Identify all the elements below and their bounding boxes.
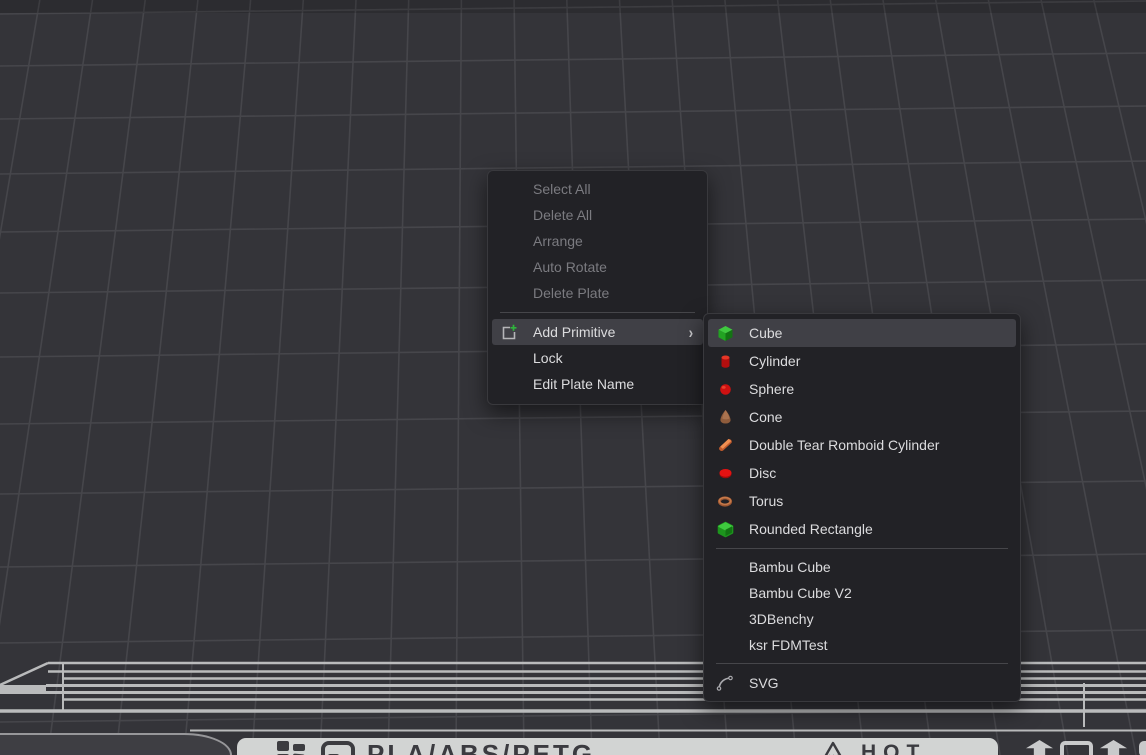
menu-item-edit-plate-name[interactable]: Edit Plate Name: [492, 371, 703, 397]
menu-item-label: Delete All: [533, 207, 703, 223]
menu-item-label: Lock: [533, 350, 703, 366]
submenu-item-ksr-fdmtest[interactable]: ksr FDMTest: [708, 632, 1016, 658]
plate-marking-bar: PLA/ABS/PETG HOT: [237, 738, 998, 755]
menu-item-delete-all[interactable]: Delete All: [492, 202, 703, 228]
submenu-item-label: SVG: [749, 675, 1016, 691]
cone-icon: [714, 409, 736, 425]
rounded-rectangle-icon: [714, 521, 736, 538]
plate-material-label: PLA/ABS/PETG: [367, 739, 595, 755]
plate-context-menu: Select All Delete All Arrange Auto Rotat…: [487, 170, 708, 405]
submenu-item-label: 3DBenchy: [749, 611, 1016, 627]
submenu-item-label: Cube: [749, 325, 1016, 341]
hot-label: HOT: [861, 741, 926, 755]
cylinder-icon: [714, 353, 736, 370]
menu-separator: [716, 663, 1008, 664]
submenu-item-torus[interactable]: Torus: [708, 487, 1016, 515]
submenu-item-bambu-cube-v2[interactable]: Bambu Cube V2: [708, 580, 1016, 606]
menu-item-label: Edit Plate Name: [533, 376, 703, 392]
submenu-item-cube[interactable]: Cube: [708, 319, 1016, 347]
submenu-item-disc[interactable]: Disc: [708, 459, 1016, 487]
submenu-item-label: Bambu Cube: [749, 559, 1016, 575]
submenu-item-label: Disc: [749, 465, 1016, 481]
submenu-item-label: Rounded Rectangle: [749, 521, 1016, 537]
submenu-arrow-icon: ›: [689, 324, 694, 341]
sphere-icon: [714, 382, 736, 397]
plate-marking-edge-piece: [1139, 741, 1146, 755]
submenu-item-label: Cone: [749, 409, 1016, 425]
disc-icon: [714, 467, 736, 480]
menu-item-label: Add Primitive: [533, 324, 688, 340]
menu-item-label: Arrange: [533, 233, 703, 249]
hot-warning: HOT: [819, 740, 926, 755]
bambu-logo-icon: [277, 741, 307, 755]
submenu-item-label: ksr FDMTest: [749, 637, 1016, 653]
cube-icon: [714, 325, 736, 342]
submenu-item-label: Cylinder: [749, 353, 1016, 369]
menu-item-auto-rotate[interactable]: Auto Rotate: [492, 254, 703, 280]
menu-separator: [716, 548, 1008, 549]
submenu-item-rounded-rectangle[interactable]: Rounded Rectangle: [708, 515, 1016, 543]
submenu-item-cylinder[interactable]: Cylinder: [708, 347, 1016, 375]
submenu-item-label: Torus: [749, 493, 1016, 509]
menu-item-lock[interactable]: Lock: [492, 345, 703, 371]
torus-icon: [714, 495, 736, 508]
plate-rect-icon: [1060, 741, 1093, 755]
submenu-item-label: Sphere: [749, 381, 1016, 397]
plate-maker-logo-icon: [321, 741, 355, 755]
add-primitive-icon: [498, 324, 520, 341]
submenu-item-double-tear-romboid-cylinder[interactable]: Double Tear Romboid Cylinder: [708, 431, 1016, 459]
submenu-item-cone[interactable]: Cone: [708, 403, 1016, 431]
svg-curve-icon: [714, 675, 736, 691]
horizon-band: [0, 0, 1146, 13]
menu-item-label: Select All: [533, 181, 703, 197]
submenu-item-3dbenchy[interactable]: 3DBenchy: [708, 606, 1016, 632]
menu-item-delete-plate[interactable]: Delete Plate: [492, 280, 703, 306]
submenu-item-sphere[interactable]: Sphere: [708, 375, 1016, 403]
submenu-item-bambu-cube[interactable]: Bambu Cube: [708, 554, 1016, 580]
menu-separator: [500, 312, 695, 313]
menu-item-label: Auto Rotate: [533, 259, 703, 275]
3d-viewport[interactable]: PLA/ABS/PETG HOT Select All Delete All A…: [0, 0, 1146, 755]
submenu-item-label: Bambu Cube V2: [749, 585, 1016, 601]
menu-item-select-all[interactable]: Select All: [492, 176, 703, 202]
hot-surface-warning-icon: [819, 740, 847, 755]
plate-corner-tab: [0, 733, 232, 755]
menu-item-add-primitive[interactable]: Add Primitive ›: [492, 319, 703, 345]
menu-item-arrange[interactable]: Arrange: [492, 228, 703, 254]
menu-item-label: Delete Plate: [533, 285, 703, 301]
romboid-cylinder-icon: [714, 437, 736, 453]
submenu-item-svg[interactable]: SVG: [708, 669, 1016, 697]
add-primitive-submenu: Cube Cylinder Sphere: [703, 313, 1021, 702]
submenu-item-label: Double Tear Romboid Cylinder: [749, 437, 1016, 453]
